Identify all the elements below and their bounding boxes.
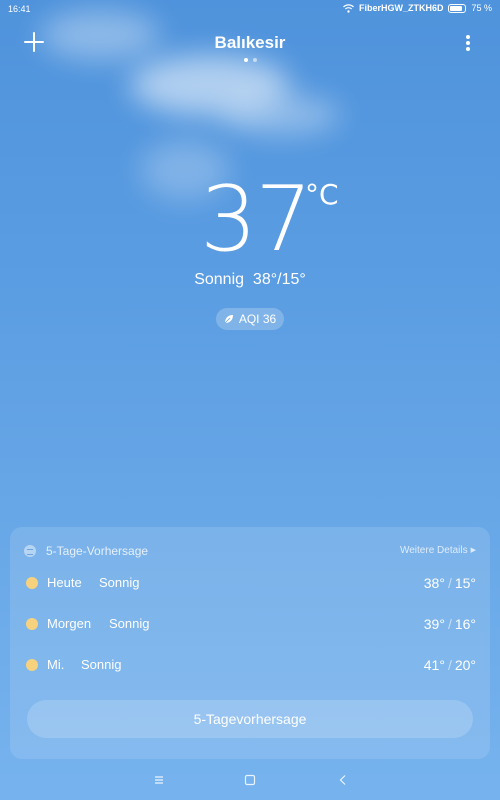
page-indicator: [0, 58, 500, 62]
condition-label: Sonnig: [109, 616, 150, 631]
status-bar: 16:41 FiberHGW_ZTKH6D 75 %: [0, 0, 500, 20]
temp-range: 39°/16°: [424, 616, 476, 632]
page-dot-active: [243, 58, 248, 62]
low-temp: 15°: [454, 575, 476, 591]
sun-icon: [26, 618, 38, 630]
battery-icon: [448, 3, 467, 13]
back-button[interactable]: [334, 771, 352, 789]
temperature-value: 37: [200, 167, 313, 272]
separator: /: [447, 575, 452, 591]
page-dot: [252, 58, 257, 62]
leaf-icon: [224, 314, 234, 324]
temperature-unit: °C: [305, 178, 339, 211]
forecast-card: 5-Tage-Vorhersage Weitere Details ▶ Heute…: [10, 527, 490, 759]
sun-icon: [26, 659, 38, 671]
more-options-button[interactable]: [460, 32, 476, 56]
top-bar: Balıkesir: [0, 24, 500, 64]
current-condition: Sonnig 38°/15°: [194, 271, 306, 288]
aqi-label: AQI 36: [238, 312, 277, 326]
five-day-forecast-button[interactable]: 5-Tagevorhersage: [27, 700, 473, 738]
network-name: FiberHGW_ZTKH6D: [358, 3, 444, 13]
forecast-row[interactable]: Heute Sonnig 38°/15°: [24, 572, 476, 594]
condition-text: Sonnig: [194, 271, 245, 288]
wifi-icon: [343, 3, 354, 13]
cloud-decoration: [220, 95, 340, 135]
weather-screen: 16:41 FiberHGW_ZTKH6D 75 % Balıkesir 37 …: [0, 0, 500, 800]
forecast-title: 5-Tage-Vorhersage: [46, 544, 149, 558]
forecast-header: 5-Tage-Vorhersage Weitere Details ▶: [24, 543, 476, 561]
battery-level: 75 %: [471, 3, 492, 13]
low-temp: 16°: [454, 616, 476, 632]
temp-range: 41°/20°: [424, 657, 476, 673]
separator: /: [447, 616, 452, 632]
home-button[interactable]: [241, 771, 259, 789]
home-icon: [244, 774, 256, 786]
more-vertical-icon: [466, 35, 470, 51]
navigation-bar: [0, 765, 500, 795]
calendar-icon: [24, 545, 36, 557]
more-details-label: Weitere Details: [399, 545, 468, 556]
day-label: Mi.: [47, 657, 65, 672]
high-temp: 39°: [423, 616, 445, 632]
more-details-link[interactable]: Weitere Details ▶: [400, 545, 476, 556]
menu-icon: [155, 776, 163, 784]
high-temp: 41°: [423, 657, 445, 673]
separator: /: [447, 657, 452, 673]
low-temp: 20°: [454, 657, 476, 673]
day-label: Heute: [47, 575, 82, 590]
forecast-row[interactable]: Morgen Sonnig 39°/16°: [24, 613, 476, 635]
condition-label: Sonnig: [81, 657, 122, 672]
chevron-right-icon: ▶: [470, 547, 476, 554]
day-label: Morgen: [47, 616, 92, 631]
forecast-row[interactable]: Mi. Sonnig 41°/20°: [24, 654, 476, 676]
condition-label: Sonnig: [99, 575, 140, 590]
city-title: Balıkesir: [214, 33, 286, 52]
sun-icon: [26, 577, 38, 589]
high-temp: 38°: [252, 271, 278, 288]
status-indicators: FiberHGW_ZTKH6D 75 %: [343, 3, 492, 13]
high-temp: 38°: [423, 575, 445, 591]
temp-range: 38°/15°: [424, 575, 476, 591]
back-icon: [339, 775, 346, 785]
low-temp: 15°: [281, 271, 306, 288]
menu-button[interactable]: [150, 771, 168, 789]
status-time: 16:41: [8, 4, 31, 14]
aqi-badge[interactable]: AQI 36: [216, 308, 284, 330]
